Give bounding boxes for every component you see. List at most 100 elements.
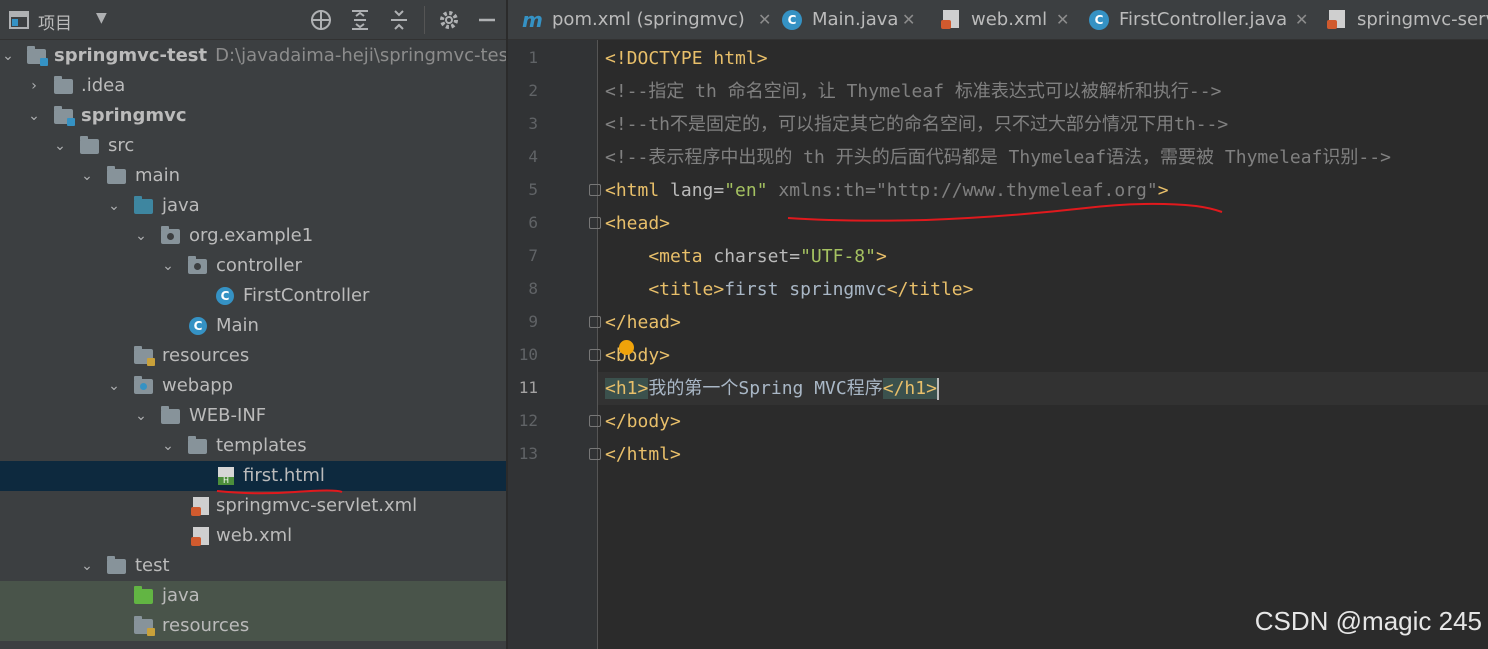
target-icon[interactable] xyxy=(309,8,333,32)
watermark: CSDN @magic 245 xyxy=(1254,606,1482,636)
code-token: <html xyxy=(605,180,660,201)
chevron-down-icon[interactable]: ⌄ xyxy=(79,161,95,191)
tree-item-idea[interactable]: › .idea xyxy=(0,71,506,101)
line-number[interactable]: 5 xyxy=(508,180,538,199)
folder-icon xyxy=(54,76,74,95)
tree-item-web-inf[interactable]: ⌄ WEB-INF xyxy=(0,401,506,431)
close-icon[interactable]: ✕ xyxy=(758,0,771,39)
chevron-down-icon[interactable]: ⌄ xyxy=(133,221,149,251)
line-number[interactable]: 6 xyxy=(508,213,538,232)
close-icon[interactable]: ✕ xyxy=(1056,0,1069,39)
close-icon[interactable]: ✕ xyxy=(902,0,915,39)
gear-icon[interactable] xyxy=(437,8,461,32)
test-resources-folder-icon xyxy=(134,616,155,636)
code-line-8[interactable]: <title>first springmvc</title> xyxy=(605,273,973,306)
tree-item-label: springmvc xyxy=(81,105,187,126)
chevron-down-icon[interactable]: ⌄ xyxy=(52,131,68,161)
collapse-all-icon[interactable] xyxy=(387,8,411,32)
tree-item-first-html[interactable]: first.html xyxy=(0,461,506,491)
tab-web-xml[interactable]: web.xml ✕ xyxy=(941,0,1084,39)
chevron-down-icon[interactable]: ⌄ xyxy=(106,371,122,401)
code-line-12[interactable]: </body> xyxy=(605,405,681,438)
tree-item-label: java xyxy=(162,195,200,216)
code-line-5[interactable]: <html lang="en" xmlns:th="http://www.thy… xyxy=(605,174,1169,207)
tree-item-templates[interactable]: ⌄ templates xyxy=(0,431,506,461)
code-line-4[interactable]: <!--表示程序中出现的 th 开头的后面代码都是 Thymeleaf语法，需要… xyxy=(605,141,1391,174)
code-line-11[interactable]: <h1>我的第一个Spring MVC程序</h1> xyxy=(605,372,939,405)
tree-item-controller[interactable]: ⌄ controller xyxy=(0,251,506,281)
module-folder-icon xyxy=(27,46,48,66)
tab-firstcontroller-java[interactable]: C FirstController.java ✕ xyxy=(1089,0,1324,39)
code-line-13[interactable]: </html> xyxy=(605,438,681,471)
tree-item-label: resources xyxy=(162,345,250,366)
fold-marker-icon[interactable] xyxy=(589,448,601,460)
tab-label: FirstController.java xyxy=(1119,9,1288,30)
tree-item-main[interactable]: ⌄ main xyxy=(0,161,506,191)
code-line-10[interactable]: <body> xyxy=(605,339,670,372)
line-number[interactable]: 12 xyxy=(508,411,538,430)
code-token: first springmvc xyxy=(724,279,887,300)
expand-all-icon[interactable] xyxy=(348,8,372,32)
fold-marker-icon[interactable] xyxy=(589,217,601,229)
chevron-right-icon[interactable]: › xyxy=(26,71,42,101)
tree-item-springmvc-servlet-xml[interactable]: springmvc-servlet.xml xyxy=(0,491,506,521)
tree-item-label: src xyxy=(108,135,135,156)
chevron-down-icon[interactable]: ⌄ xyxy=(133,401,149,431)
code-line-6[interactable]: <head> xyxy=(605,207,670,240)
tree-item-test[interactable]: ⌄ test xyxy=(0,551,506,581)
line-number[interactable]: 13 xyxy=(508,444,538,463)
fold-marker-icon[interactable] xyxy=(589,184,601,196)
code-line-2[interactable]: <!--指定 th 命名空间，让 Thymeleaf 标准表达式可以被解析和执行… xyxy=(605,75,1221,108)
web-folder-icon xyxy=(134,376,154,395)
chevron-down-icon[interactable]: ⌄ xyxy=(79,551,95,581)
line-number[interactable]: 9 xyxy=(508,312,538,331)
line-number[interactable]: 1 xyxy=(508,48,538,67)
tree-item-resources[interactable]: resources xyxy=(0,341,506,371)
tree-item-web-xml[interactable]: web.xml xyxy=(0,521,506,551)
code-line-9[interactable]: </head> xyxy=(605,306,681,339)
tree-item-springmvc-test[interactable]: ⌄ springmvc-test D:\javadaima-heji\spring… xyxy=(0,41,506,71)
tree-item-src[interactable]: ⌄ src xyxy=(0,131,506,161)
tab-pom-xml[interactable]: m pom.xml (springmvc) ✕ xyxy=(522,0,772,39)
tree-item-firstcontroller[interactable]: C FirstController xyxy=(0,281,506,311)
fold-marker-icon[interactable] xyxy=(589,349,601,361)
chevron-down-icon[interactable]: ⌄ xyxy=(26,101,42,131)
chevron-down-icon[interactable]: ▼ xyxy=(96,10,107,26)
code-line-3[interactable]: <!--th不是固定的，可以指定其它的命名空间，只不过大部分情况下用th--> xyxy=(605,108,1228,141)
tab-main-java[interactable]: C Main.java ✕ xyxy=(782,0,932,39)
tree-item-main-class[interactable]: C Main xyxy=(0,311,506,341)
tree-item-test-java[interactable]: java xyxy=(0,581,506,611)
chevron-down-icon[interactable]: ⌄ xyxy=(160,251,176,281)
tree-item-test-resources[interactable]: resources xyxy=(0,611,506,641)
line-number[interactable]: 8 xyxy=(508,279,538,298)
folder-icon xyxy=(107,166,127,185)
tab-springmvc-servlet[interactable]: springmvc-servl xyxy=(1327,0,1488,39)
project-path: D:\javadaima-heji\springmvc-test xyxy=(215,45,506,66)
chevron-down-icon[interactable]: ⌄ xyxy=(106,191,122,221)
project-view-icon[interactable] xyxy=(9,11,29,29)
line-number[interactable]: 10 xyxy=(508,345,538,364)
minimize-icon[interactable] xyxy=(475,8,499,32)
maven-icon: m xyxy=(522,8,543,32)
line-number[interactable]: 3 xyxy=(508,114,538,133)
module-folder-icon xyxy=(54,106,75,126)
code-line-7[interactable]: <meta charset="UTF-8"> xyxy=(605,240,886,273)
code-token: lang= xyxy=(659,180,725,201)
tree-item-java[interactable]: ⌄ java xyxy=(0,191,506,221)
line-number-current[interactable]: 11 xyxy=(508,378,538,397)
code-line-1[interactable]: <!DOCTYPE html> xyxy=(605,42,768,75)
tab-label: web.xml xyxy=(971,9,1048,30)
chevron-down-icon[interactable]: ⌄ xyxy=(160,431,176,461)
tree-item-org-example1[interactable]: ⌄ org.example1 xyxy=(0,221,506,251)
line-number[interactable]: 2 xyxy=(508,81,538,100)
close-icon[interactable]: ✕ xyxy=(1295,0,1308,39)
fold-marker-icon[interactable] xyxy=(589,316,601,328)
bulb-indicator-icon[interactable] xyxy=(619,340,634,355)
fold-marker-icon[interactable] xyxy=(589,415,601,427)
line-number[interactable]: 4 xyxy=(508,147,538,166)
line-number[interactable]: 7 xyxy=(508,246,538,265)
tree-item-webapp[interactable]: ⌄ webapp xyxy=(0,371,506,401)
chevron-down-icon[interactable]: ⌄ xyxy=(0,41,16,71)
tree-item-springmvc[interactable]: ⌄ springmvc xyxy=(0,101,506,131)
project-panel-title[interactable]: 项目 xyxy=(38,9,72,34)
